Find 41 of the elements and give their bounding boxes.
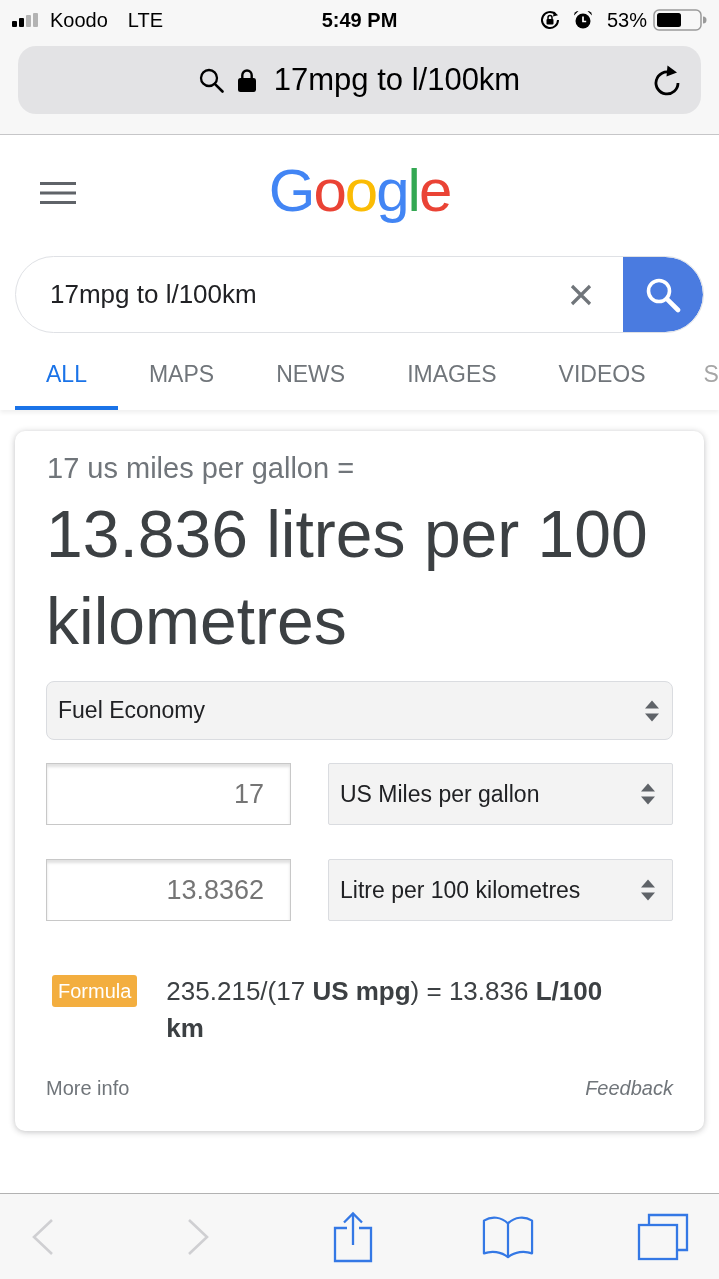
category-select[interactable]: Fuel Economy: [46, 681, 673, 740]
up-down-arrows-icon: [640, 782, 656, 806]
share-icon[interactable]: [333, 1210, 373, 1263]
formula-badge: Formula: [52, 975, 138, 1007]
amount-input[interactable]: 13.8362: [46, 859, 291, 921]
carrier-name: Koodo: [50, 8, 108, 32]
clear-icon[interactable]: [570, 283, 592, 306]
tabs-icon[interactable]: [637, 1212, 689, 1261]
formula-text: 235.215/(17 US mpg) = 13.836 L/100 km: [166, 975, 604, 1045]
clock-time: 5:49 PM: [321, 8, 398, 32]
network-type: LTE: [127, 8, 164, 32]
up-down-arrows-icon: [644, 698, 660, 723]
result-text: 13.836 litres per 100 kilometres: [46, 496, 649, 660]
nav-tab[interactable]: NEWS: [245, 333, 377, 410]
nav-tab[interactable]: VIDEOS: [527, 333, 677, 410]
search-button[interactable]: [623, 257, 703, 332]
up-down-arrows-icon: [640, 878, 656, 902]
query-text: 17 us miles per gallon =: [46, 451, 356, 486]
rotation-lock-icon: [538, 9, 561, 31]
reload-icon[interactable]: [652, 64, 682, 96]
alarm-clock-icon: [572, 10, 593, 30]
battery-percent: 53%: [606, 8, 647, 32]
address-bar[interactable]: 17mpg to l/100km: [18, 46, 701, 114]
menu-icon[interactable]: [40, 181, 76, 204]
amount-input[interactable]: 17: [46, 763, 291, 825]
url-text: 17mpg to l/100km: [273, 62, 521, 98]
nav-tab[interactable]: MAPS: [117, 333, 246, 410]
battery-icon: [653, 9, 707, 31]
search-icon: [645, 276, 681, 313]
search-input[interactable]: 17mpg to l/100km: [50, 275, 558, 314]
nav-tab[interactable]: S: [676, 333, 719, 410]
more-info-link[interactable]: More info: [46, 1076, 130, 1100]
signal-bars-icon: [12, 13, 40, 27]
nav-tab[interactable]: IMAGES: [376, 333, 528, 410]
feedback-link[interactable]: Feedback: [585, 1076, 673, 1100]
unit-select[interactable]: Litre per 100 kilometres: [328, 859, 673, 921]
nav-tab[interactable]: ALL: [15, 333, 118, 410]
google-logo[interactable]: Google: [268, 157, 451, 228]
unit-select[interactable]: US Miles per gallon: [328, 763, 673, 825]
lock-icon: [237, 68, 256, 92]
search-icon: [198, 67, 224, 93]
